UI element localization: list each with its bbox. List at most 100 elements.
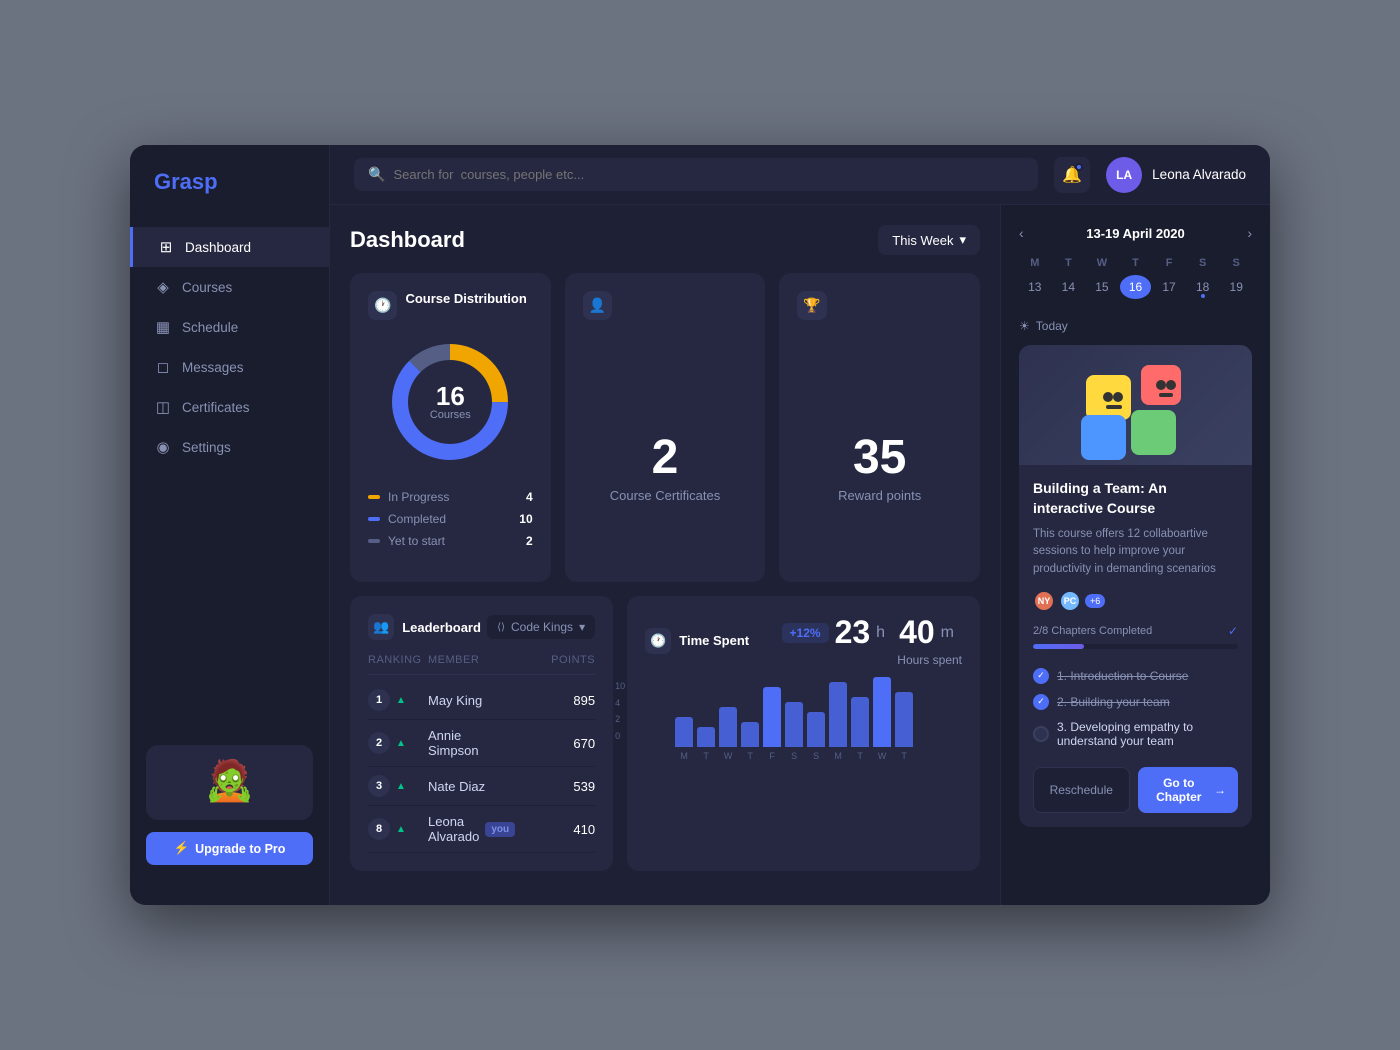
sidebar-item-dashboard[interactable]: ⊞ Dashboard <box>130 227 329 267</box>
lb-row-8: 8 ▲ Leona Alvarado you 410 <box>368 806 595 853</box>
bar-chart: MTWTFSSMTWT <box>675 681 962 761</box>
bottom-row: 👥 Leaderboard ⟨⟩ Code Kings ▾ RANKING <box>350 596 980 871</box>
user-info[interactable]: LA Leona Alvarado <box>1106 157 1246 193</box>
bar <box>719 707 737 747</box>
right-panel: ‹ 13-19 April 2020 › M T W T F S S 13 14 <box>1000 205 1270 905</box>
legend-val-yet-to-start: 2 <box>526 534 533 548</box>
cal-day-16-today[interactable]: 16 <box>1120 275 1152 299</box>
col-member: MEMBER <box>428 654 515 666</box>
chapter-text-1: 1. Introduction to Course <box>1057 669 1188 683</box>
bar-column: M <box>829 682 847 761</box>
rewards-card: 🏆 35 Reward points <box>779 273 980 582</box>
bar-column: F <box>763 687 781 761</box>
chapter-item-3: 3. Developing empathy to understand your… <box>1033 715 1238 753</box>
chapter-check-1: ✓ <box>1033 668 1049 684</box>
avatar: LA <box>1106 157 1142 193</box>
lb-points-8: 410 <box>515 822 595 837</box>
sidebar-label-schedule: Schedule <box>182 320 238 335</box>
progress-label: 2/8 Chapters Completed ✓ <box>1033 624 1238 638</box>
bar-column: M <box>675 717 693 761</box>
sidebar-item-courses[interactable]: ◈ Courses <box>130 267 329 307</box>
progress-check-icon: ✓ <box>1228 624 1238 638</box>
calendar-title: 13-19 April 2020 <box>1086 226 1185 241</box>
sidebar-item-certificates[interactable]: ◫ Certificates <box>130 387 329 427</box>
lb-rank-1: 1 ▲ <box>368 689 428 711</box>
lb-member-1: May King <box>428 693 515 708</box>
search-box[interactable]: 🔍 <box>354 158 1038 191</box>
bar-label: T <box>747 751 753 761</box>
cal-next-button[interactable]: › <box>1247 225 1252 241</box>
sidebar-label-dashboard: Dashboard <box>185 240 251 255</box>
cal-day-18[interactable]: 18 <box>1187 275 1219 299</box>
user-name: Leona Alvarado <box>1152 167 1246 182</box>
settings-icon: ◉ <box>154 438 172 456</box>
legend-yet-to-start: Yet to start 2 <box>368 534 533 548</box>
search-input[interactable] <box>393 167 1024 182</box>
dashboard-panel: Dashboard This Week ▾ 🕐 Course Distribut… <box>330 205 1000 905</box>
lb-member-2: Annie Simpson <box>428 728 515 758</box>
notification-button[interactable]: 🔔 <box>1054 157 1090 193</box>
legend-label-completed: Completed <box>388 512 511 526</box>
bar <box>741 722 759 747</box>
time-hours: 23 <box>835 614 871 651</box>
calendar-grid: M T W T F S S 13 14 15 16 17 18 19 <box>1019 253 1252 299</box>
bar <box>873 677 891 747</box>
bar-column: T <box>851 697 869 761</box>
reward-number: 35 <box>853 434 906 482</box>
hours-spent-label: Hours spent <box>897 653 962 667</box>
sidebar-item-schedule[interactable]: ▦ Schedule <box>130 307 329 347</box>
cal-dow-f: F <box>1153 253 1185 273</box>
chapter-item-2: ✓ 2. Building your team <box>1033 689 1238 715</box>
lb-rank-3: 3 ▲ <box>368 775 428 797</box>
cal-day-15[interactable]: 15 <box>1086 275 1118 299</box>
rank-arrow-3: ▲ <box>396 781 406 792</box>
cal-day-14[interactable]: 14 <box>1053 275 1085 299</box>
cal-dow-t2: T <box>1120 253 1152 273</box>
course-info: Building a Team: An interactive Course T… <box>1019 465 1252 827</box>
week-selector-button[interactable]: This Week ▾ <box>878 225 980 255</box>
legend-label-yet-to-start: Yet to start <box>388 534 518 548</box>
cal-day-13[interactable]: 13 <box>1019 275 1051 299</box>
y-axis-labels: 10420 <box>615 681 625 741</box>
cal-day-17[interactable]: 17 <box>1153 275 1185 299</box>
chapter-text-3: 3. Developing empathy to understand your… <box>1057 720 1238 748</box>
time-big: +12% 23 h 40 m <box>782 614 962 651</box>
reward-stat: 35 Reward points <box>797 332 962 605</box>
reschedule-button[interactable]: Reschedule <box>1033 767 1130 813</box>
more-avatars-badge: +6 <box>1085 594 1105 608</box>
bar <box>851 697 869 747</box>
donut-center: 16 Courses <box>430 383 471 421</box>
legend-dot-in-progress <box>368 495 380 499</box>
bar-label: S <box>791 751 797 761</box>
bar <box>763 687 781 747</box>
cal-day-19[interactable]: 19 <box>1220 275 1252 299</box>
legend-in-progress: In Progress 4 <box>368 490 533 504</box>
lb-member-8: Leona Alvarado you <box>428 814 515 844</box>
course-dist-icon: 🕐 <box>368 291 397 320</box>
bar-label: S <box>813 751 819 761</box>
time-icon: 🕐 <box>645 628 671 654</box>
cal-prev-button[interactable]: ‹ <box>1019 225 1024 241</box>
bar <box>785 702 803 747</box>
cert-label: Course Certificates <box>610 488 721 503</box>
upgrade-button[interactable]: ⚡ Upgrade to Pro <box>146 832 313 865</box>
col-ranking: RANKING <box>368 654 428 666</box>
go-to-chapter-button[interactable]: Go to Chapter → <box>1138 767 1239 813</box>
topbar-right: 🔔 LA Leona Alvarado <box>1054 157 1246 193</box>
cal-dow-t: T <box>1053 253 1085 273</box>
sidebar-item-settings[interactable]: ◉ Settings <box>130 427 329 467</box>
course-dist-title: Course Distribution <box>405 291 526 306</box>
bar <box>697 727 715 747</box>
sidebar-label-courses: Courses <box>182 280 232 295</box>
legend-label-in-progress: In Progress <box>388 490 518 504</box>
sidebar-item-messages[interactable]: ◻ Messages <box>130 347 329 387</box>
mascot-emoji: 🧟 <box>158 757 301 804</box>
cal-dow-s: S <box>1187 253 1219 273</box>
chevron-group-icon: ▾ <box>579 620 585 634</box>
bar-column: S <box>785 702 803 761</box>
group-selector-button[interactable]: ⟨⟩ Code Kings ▾ <box>487 615 595 639</box>
sidebar: Grasp ⊞ Dashboard ◈ Courses ▦ Schedule ◻… <box>130 145 330 905</box>
leaderboard-title: Leaderboard <box>402 620 481 635</box>
bar <box>675 717 693 747</box>
courses-icon: ◈ <box>154 278 172 296</box>
